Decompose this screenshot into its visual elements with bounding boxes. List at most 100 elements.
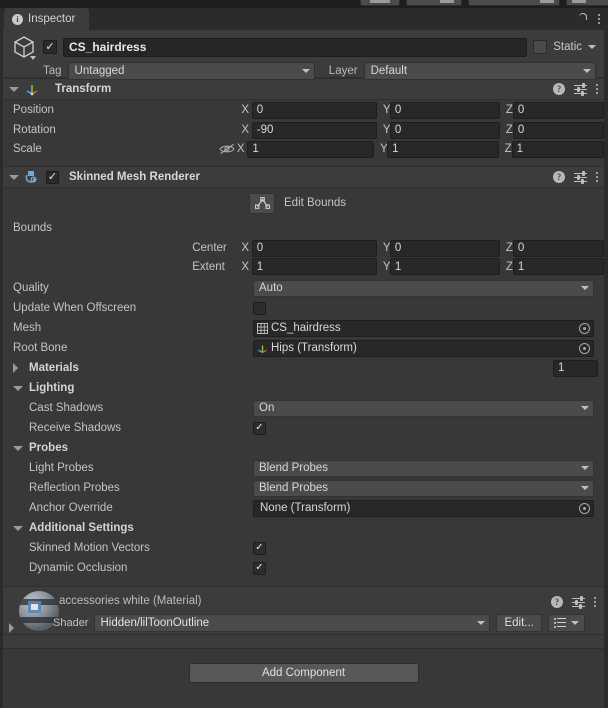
gameobject-name-input[interactable]: CS_hairdress xyxy=(63,37,528,57)
lock-icon[interactable] xyxy=(577,12,588,50)
mesh-icon xyxy=(257,322,268,334)
quality-row: Quality Auto xyxy=(3,278,604,298)
skinned-motion-vectors-checkbox[interactable] xyxy=(253,541,266,555)
axis-y-label: Y xyxy=(382,260,391,273)
object-picker-icon[interactable] xyxy=(579,322,590,334)
position-x-input[interactable]: 0 xyxy=(251,101,377,119)
transform-properties: Position X 0 Y 0 Z 0 Rotation X -90 Y 0 … xyxy=(3,100,604,166)
bounds-center-x-input[interactable]: 0 xyxy=(251,239,377,257)
materials-row[interactable]: Materials 1 xyxy=(3,358,604,378)
probes-section-row[interactable]: Probes xyxy=(3,438,604,458)
materials-foldout-icon[interactable] xyxy=(13,363,23,373)
rotation-z-value: 0 xyxy=(517,124,525,136)
smr-enabled-checkbox[interactable] xyxy=(46,170,59,184)
add-component-button[interactable]: Add Component xyxy=(188,663,419,683)
chevron-down-icon xyxy=(301,69,310,73)
scale-z-input[interactable]: 1 xyxy=(511,140,604,158)
anchor-override-object-field[interactable]: None (Transform) xyxy=(253,499,594,517)
eye-off-icon[interactable] xyxy=(219,143,235,155)
bounds-center-z-input[interactable]: 0 xyxy=(512,239,604,257)
quality-value: Auto xyxy=(259,282,283,294)
lighting-section-row[interactable]: Lighting xyxy=(3,378,604,398)
dynamic-occlusion-checkbox[interactable] xyxy=(253,561,266,575)
material-inspector-block: accessories white (Material) ? Shader Hi… xyxy=(3,586,604,634)
additional-settings-section-row[interactable]: Additional Settings xyxy=(3,518,604,538)
bounds-center-x-value: 0 xyxy=(256,242,264,254)
rotation-label: Rotation xyxy=(13,124,56,136)
tag-value: Untagged xyxy=(74,65,125,77)
quality-dropdown[interactable]: Auto xyxy=(253,279,594,297)
bounds-center-z-value: 0 xyxy=(517,242,525,254)
position-y-input[interactable]: 0 xyxy=(389,101,500,119)
shader-edit-button[interactable]: Edit... xyxy=(496,614,542,632)
update-offscreen-row: Update When Offscreen xyxy=(3,298,604,318)
bounds-extent-y-input[interactable]: 1 xyxy=(389,258,500,275)
tag-dropdown[interactable]: Untagged xyxy=(67,62,315,80)
axis-x-label: X xyxy=(241,124,250,136)
bounds-extent-z-input[interactable]: 1 xyxy=(512,258,604,275)
additional-settings-foldout-icon[interactable] xyxy=(13,525,23,531)
root-bone-row: Root Bone Hips (Transform) xyxy=(3,338,604,358)
tab-inspector[interactable]: i Inspector xyxy=(4,8,90,30)
gameobject-enabled-checkbox[interactable] xyxy=(43,40,57,54)
preset-settings-icon[interactable] xyxy=(572,595,585,609)
reflection-probes-dropdown[interactable]: Blend Probes xyxy=(253,479,594,497)
position-z-input[interactable]: 0 xyxy=(512,101,604,119)
kebab-menu-icon[interactable] xyxy=(596,172,598,182)
material-body-strip xyxy=(3,634,604,648)
object-picker-icon[interactable] xyxy=(579,502,590,514)
reflection-probes-label: Reflection Probes xyxy=(29,482,120,494)
kebab-menu-icon[interactable] xyxy=(596,84,598,94)
bounds-extent-x-input[interactable]: 1 xyxy=(251,258,377,275)
bounds-center-y-input[interactable]: 0 xyxy=(389,239,500,257)
smr-foldout-icon[interactable] xyxy=(9,174,19,180)
mesh-object-field[interactable]: CS_hairdress xyxy=(253,319,594,337)
skinned-mesh-renderer-icon xyxy=(25,170,40,184)
toolbar-button-3-glyph xyxy=(540,0,554,3)
edit-bounds-button[interactable] xyxy=(249,192,275,214)
scale-y-input[interactable]: 1 xyxy=(387,140,499,158)
static-checkbox[interactable] xyxy=(533,40,548,54)
bounds-extent-z-value: 1 xyxy=(517,260,525,273)
transform-component-header[interactable]: Transform ? xyxy=(3,78,604,100)
shader-dropdown[interactable]: Hidden/lilToonOutline xyxy=(94,614,491,632)
root-bone-object-field[interactable]: Hips (Transform) xyxy=(253,339,594,357)
kebab-menu-icon[interactable] xyxy=(594,597,596,607)
help-icon[interactable]: ? xyxy=(553,83,565,95)
transform-axis-icon xyxy=(257,343,268,354)
preset-settings-icon[interactable] xyxy=(574,170,587,184)
material-foldout-icon[interactable] xyxy=(9,623,14,633)
chevron-down-icon xyxy=(581,486,589,490)
reflection-probes-value: Blend Probes xyxy=(259,482,329,494)
transform-position-row: Position X 0 Y 0 Z 0 xyxy=(3,100,604,120)
inspector-body: CS_hairdress Static Tag Untagged Layer D… xyxy=(0,30,608,708)
reflection-probes-row: Reflection Probes Blend Probes xyxy=(3,478,604,498)
rotation-x-input[interactable]: -90 xyxy=(251,121,377,139)
shader-list-icon xyxy=(553,618,566,628)
preset-settings-icon[interactable] xyxy=(574,82,587,96)
cast-shadows-dropdown[interactable]: On xyxy=(253,399,594,417)
object-picker-icon[interactable] xyxy=(579,342,590,354)
axis-y-label: Y xyxy=(380,143,388,155)
help-icon[interactable]: ? xyxy=(551,596,563,608)
materials-count-input[interactable]: 1 xyxy=(553,359,598,377)
static-chevron-down-icon[interactable] xyxy=(588,45,596,49)
light-probes-dropdown[interactable]: Blend Probes xyxy=(253,459,594,477)
shader-list-button[interactable] xyxy=(547,614,585,632)
axis-y-label: Y xyxy=(382,242,391,254)
gameobject-header: CS_hairdress Static Tag Untagged Layer D… xyxy=(3,30,604,80)
transform-foldout-icon[interactable] xyxy=(9,86,19,92)
kebab-menu-icon[interactable] xyxy=(598,14,600,24)
help-icon[interactable]: ? xyxy=(553,171,565,183)
layer-dropdown[interactable]: Default xyxy=(363,62,596,80)
lighting-foldout-icon[interactable] xyxy=(13,385,23,391)
axis-y-label: Y xyxy=(382,124,391,136)
probes-foldout-icon[interactable] xyxy=(13,445,23,451)
receive-shadows-checkbox[interactable] xyxy=(253,421,266,435)
scale-x-input[interactable]: 1 xyxy=(247,140,375,158)
rotation-y-input[interactable]: 0 xyxy=(389,121,500,139)
right-scrollbar[interactable] xyxy=(604,30,608,708)
skinned-mesh-renderer-header[interactable]: Skinned Mesh Renderer ? xyxy=(3,166,604,188)
rotation-z-input[interactable]: 0 xyxy=(512,121,604,139)
update-offscreen-checkbox[interactable] xyxy=(253,301,266,315)
